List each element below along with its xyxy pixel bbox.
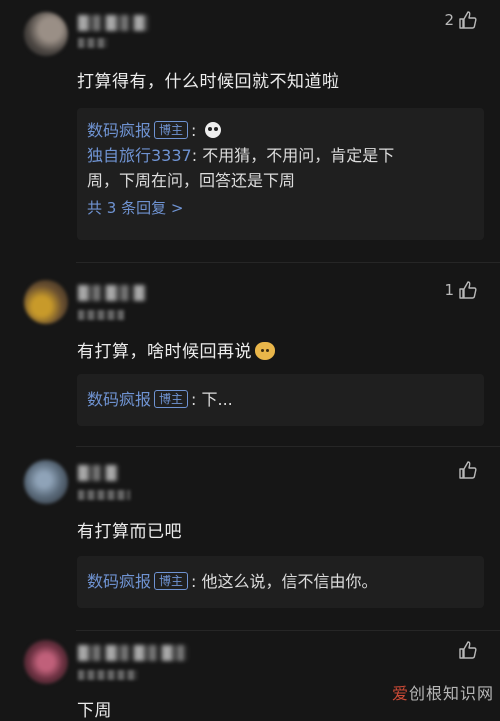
comment-text: 有打算，啥时候回再说 — [77, 337, 275, 362]
reply-text-line1: 不用猜，不用问，肯定是下 — [202, 146, 395, 165]
meta-blurred — [78, 670, 138, 680]
like-button[interactable] — [454, 460, 478, 480]
author-badge: 博主 — [154, 572, 189, 590]
username-blurred[interactable] — [78, 15, 148, 31]
reply-item: 独自旅行3337: 不用猜，不用问，肯定是下 — [87, 143, 474, 168]
avatar[interactable] — [24, 280, 68, 324]
reply-author[interactable]: 数码疯报 — [87, 121, 151, 140]
meta-blurred — [78, 310, 124, 320]
watermark-highlight: 爱 — [391, 684, 409, 703]
like-button[interactable] — [454, 640, 478, 660]
author-badge: 博主 — [154, 390, 189, 408]
thumb-up-icon — [459, 461, 477, 479]
thumb-up-icon — [459, 641, 477, 659]
thumb-up-icon — [459, 11, 477, 29]
reply-author[interactable]: 数码疯报 — [87, 390, 151, 409]
reply-separator-2: : — [191, 146, 198, 165]
reply-text: : 下... — [191, 390, 233, 409]
meta-blurred — [78, 38, 108, 48]
reply-author-2[interactable]: 独自旅行3337 — [87, 146, 192, 165]
author-badge: 博主 — [154, 121, 189, 139]
username-blurred[interactable] — [78, 645, 188, 661]
comment-text: 有打算而已吧 — [77, 522, 182, 542]
reply-box[interactable]: 数码疯报 博主: 下... — [77, 374, 484, 426]
like-button[interactable]: 1 — [444, 280, 478, 300]
avatar[interactable] — [24, 640, 68, 684]
reply-text: : 他这么说，信不信由你。 — [191, 572, 378, 591]
emoji-panda-icon — [204, 122, 221, 138]
reply-header: 数码疯报 博主: — [87, 118, 474, 143]
reply-box[interactable]: 数码疯报 博主: 他这么说，信不信由你。 — [77, 556, 484, 608]
divider — [76, 446, 500, 447]
more-replies-link[interactable]: 共 3 条回复 > — [87, 197, 474, 218]
username-blurred[interactable] — [78, 285, 146, 301]
like-count: 1 — [444, 281, 454, 299]
comment-text: 下周 — [77, 701, 112, 721]
avatar[interactable] — [24, 460, 68, 504]
reply-author[interactable]: 数码疯报 — [87, 572, 151, 591]
comment-text: 打算得有，什么时候回就不知道啦 — [77, 72, 340, 92]
reply-header: 数码疯报 博主: 下... — [87, 384, 474, 416]
reply-text-line2: 周，下周在问，回答还是下周 — [87, 171, 296, 190]
like-button[interactable]: 2 — [444, 10, 478, 30]
meta-blurred — [78, 490, 130, 500]
reply-box[interactable]: 数码疯报 博主: 独自旅行3337: 不用猜，不用问，肯定是下 周，下周在问，回答… — [77, 108, 484, 240]
reply-separator: : — [191, 121, 197, 140]
divider — [76, 630, 500, 631]
avatar[interactable] — [24, 12, 68, 56]
username-blurred[interactable] — [78, 465, 118, 481]
watermark-text: 创根知识网 — [408, 684, 494, 703]
emoji-dog-icon — [255, 342, 275, 360]
divider — [76, 262, 500, 263]
comment-text-content: 有打算，啥时候回再说 — [77, 342, 252, 362]
thumb-up-icon — [459, 281, 477, 299]
like-count: 2 — [444, 11, 454, 29]
reply-header: 数码疯报 博主: 他这么说，信不信由你。 — [87, 566, 474, 598]
site-watermark: 爱创根知识网 — [392, 680, 494, 704]
